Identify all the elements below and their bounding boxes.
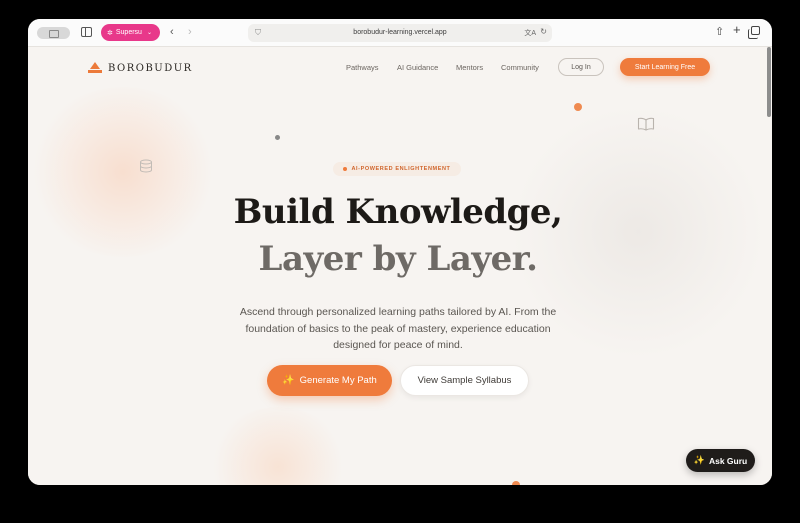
- brand-name: BOROBUDUR: [108, 62, 193, 74]
- sparkle-icon: ✨: [282, 375, 295, 386]
- page-content: BOROBUDUR Pathways AI Guidance Mentors C…: [28, 47, 772, 485]
- nav-link-community[interactable]: Community: [501, 63, 539, 72]
- ask-guru-label: Ask Guru: [708, 455, 748, 466]
- hero-badge: AI-POWERED ENLIGHTENMENT: [333, 162, 461, 176]
- browser-window: ✲ Supersu ⌄ ‹ › ⛉ borobudur-learning.ver…: [28, 19, 772, 485]
- chevron-left-icon[interactable]: ‹: [170, 25, 174, 39]
- browser-toolbar: ✲ Supersu ⌄ ‹ › ⛉ borobudur-learning.ver…: [28, 19, 772, 47]
- nav-link-mentors[interactable]: Mentors: [456, 63, 483, 72]
- tab-overview-icon[interactable]: [37, 27, 70, 39]
- chevron-right-icon[interactable]: ›: [188, 25, 192, 39]
- sidebar-icon[interactable]: [81, 27, 92, 37]
- plus-icon[interactable]: +: [733, 23, 741, 37]
- ask-guru-button[interactable]: ✨ Ask Guru: [686, 449, 755, 472]
- hero-subtitle: Ascend through personalized learning pat…: [239, 306, 557, 351]
- sparkle-icon: ✨: [693, 455, 705, 465]
- address-bar[interactable]: ⛉ borobudur-learning.vercel.app 文A ↻: [248, 24, 552, 42]
- database-icon: [140, 159, 152, 173]
- nav-link-pathways[interactable]: Pathways: [346, 63, 379, 72]
- nav-link-ai-guidance[interactable]: AI Guidance: [397, 63, 438, 72]
- badge-dot: [343, 167, 348, 171]
- star-icon: ☆: [664, 483, 676, 485]
- hero-title-line1: Build Knowledge,: [233, 192, 563, 232]
- start-learning-button[interactable]: Start Learning Free: [620, 58, 710, 76]
- background-glow: [208, 407, 348, 485]
- share-icon[interactable]: ⇧: [715, 25, 724, 39]
- profile-label: Supersu: [115, 29, 142, 36]
- scrollbar[interactable]: [767, 47, 771, 117]
- profile-button[interactable]: ✲ Supersu ⌄: [101, 24, 160, 41]
- temple-icon: [88, 62, 102, 74]
- chevron-down-icon: ⌄: [146, 30, 152, 36]
- gear-icon: ✲: [107, 29, 113, 37]
- generate-path-label: Generate My Path: [299, 375, 377, 386]
- url-text[interactable]: borobudur-learning.vercel.app: [248, 29, 552, 36]
- decorative-dot: [512, 481, 520, 485]
- tabs-icon[interactable]: [748, 25, 760, 39]
- login-button[interactable]: Log In: [558, 58, 604, 76]
- decorative-dot: [275, 135, 280, 140]
- translate-icon[interactable]: 文A: [524, 28, 536, 38]
- reload-icon[interactable]: ↻: [540, 27, 547, 36]
- brand-logo[interactable]: BOROBUDUR: [88, 62, 193, 74]
- decorative-dot: [574, 103, 582, 111]
- hero-title-line2: Layer by Layer.: [258, 239, 538, 279]
- generate-path-button[interactable]: ✨ Generate My Path: [267, 365, 392, 396]
- view-syllabus-button[interactable]: View Sample Syllabus: [400, 365, 529, 396]
- book-icon: [637, 117, 655, 131]
- badge-text: AI-POWERED ENLIGHTENMENT: [351, 166, 451, 172]
